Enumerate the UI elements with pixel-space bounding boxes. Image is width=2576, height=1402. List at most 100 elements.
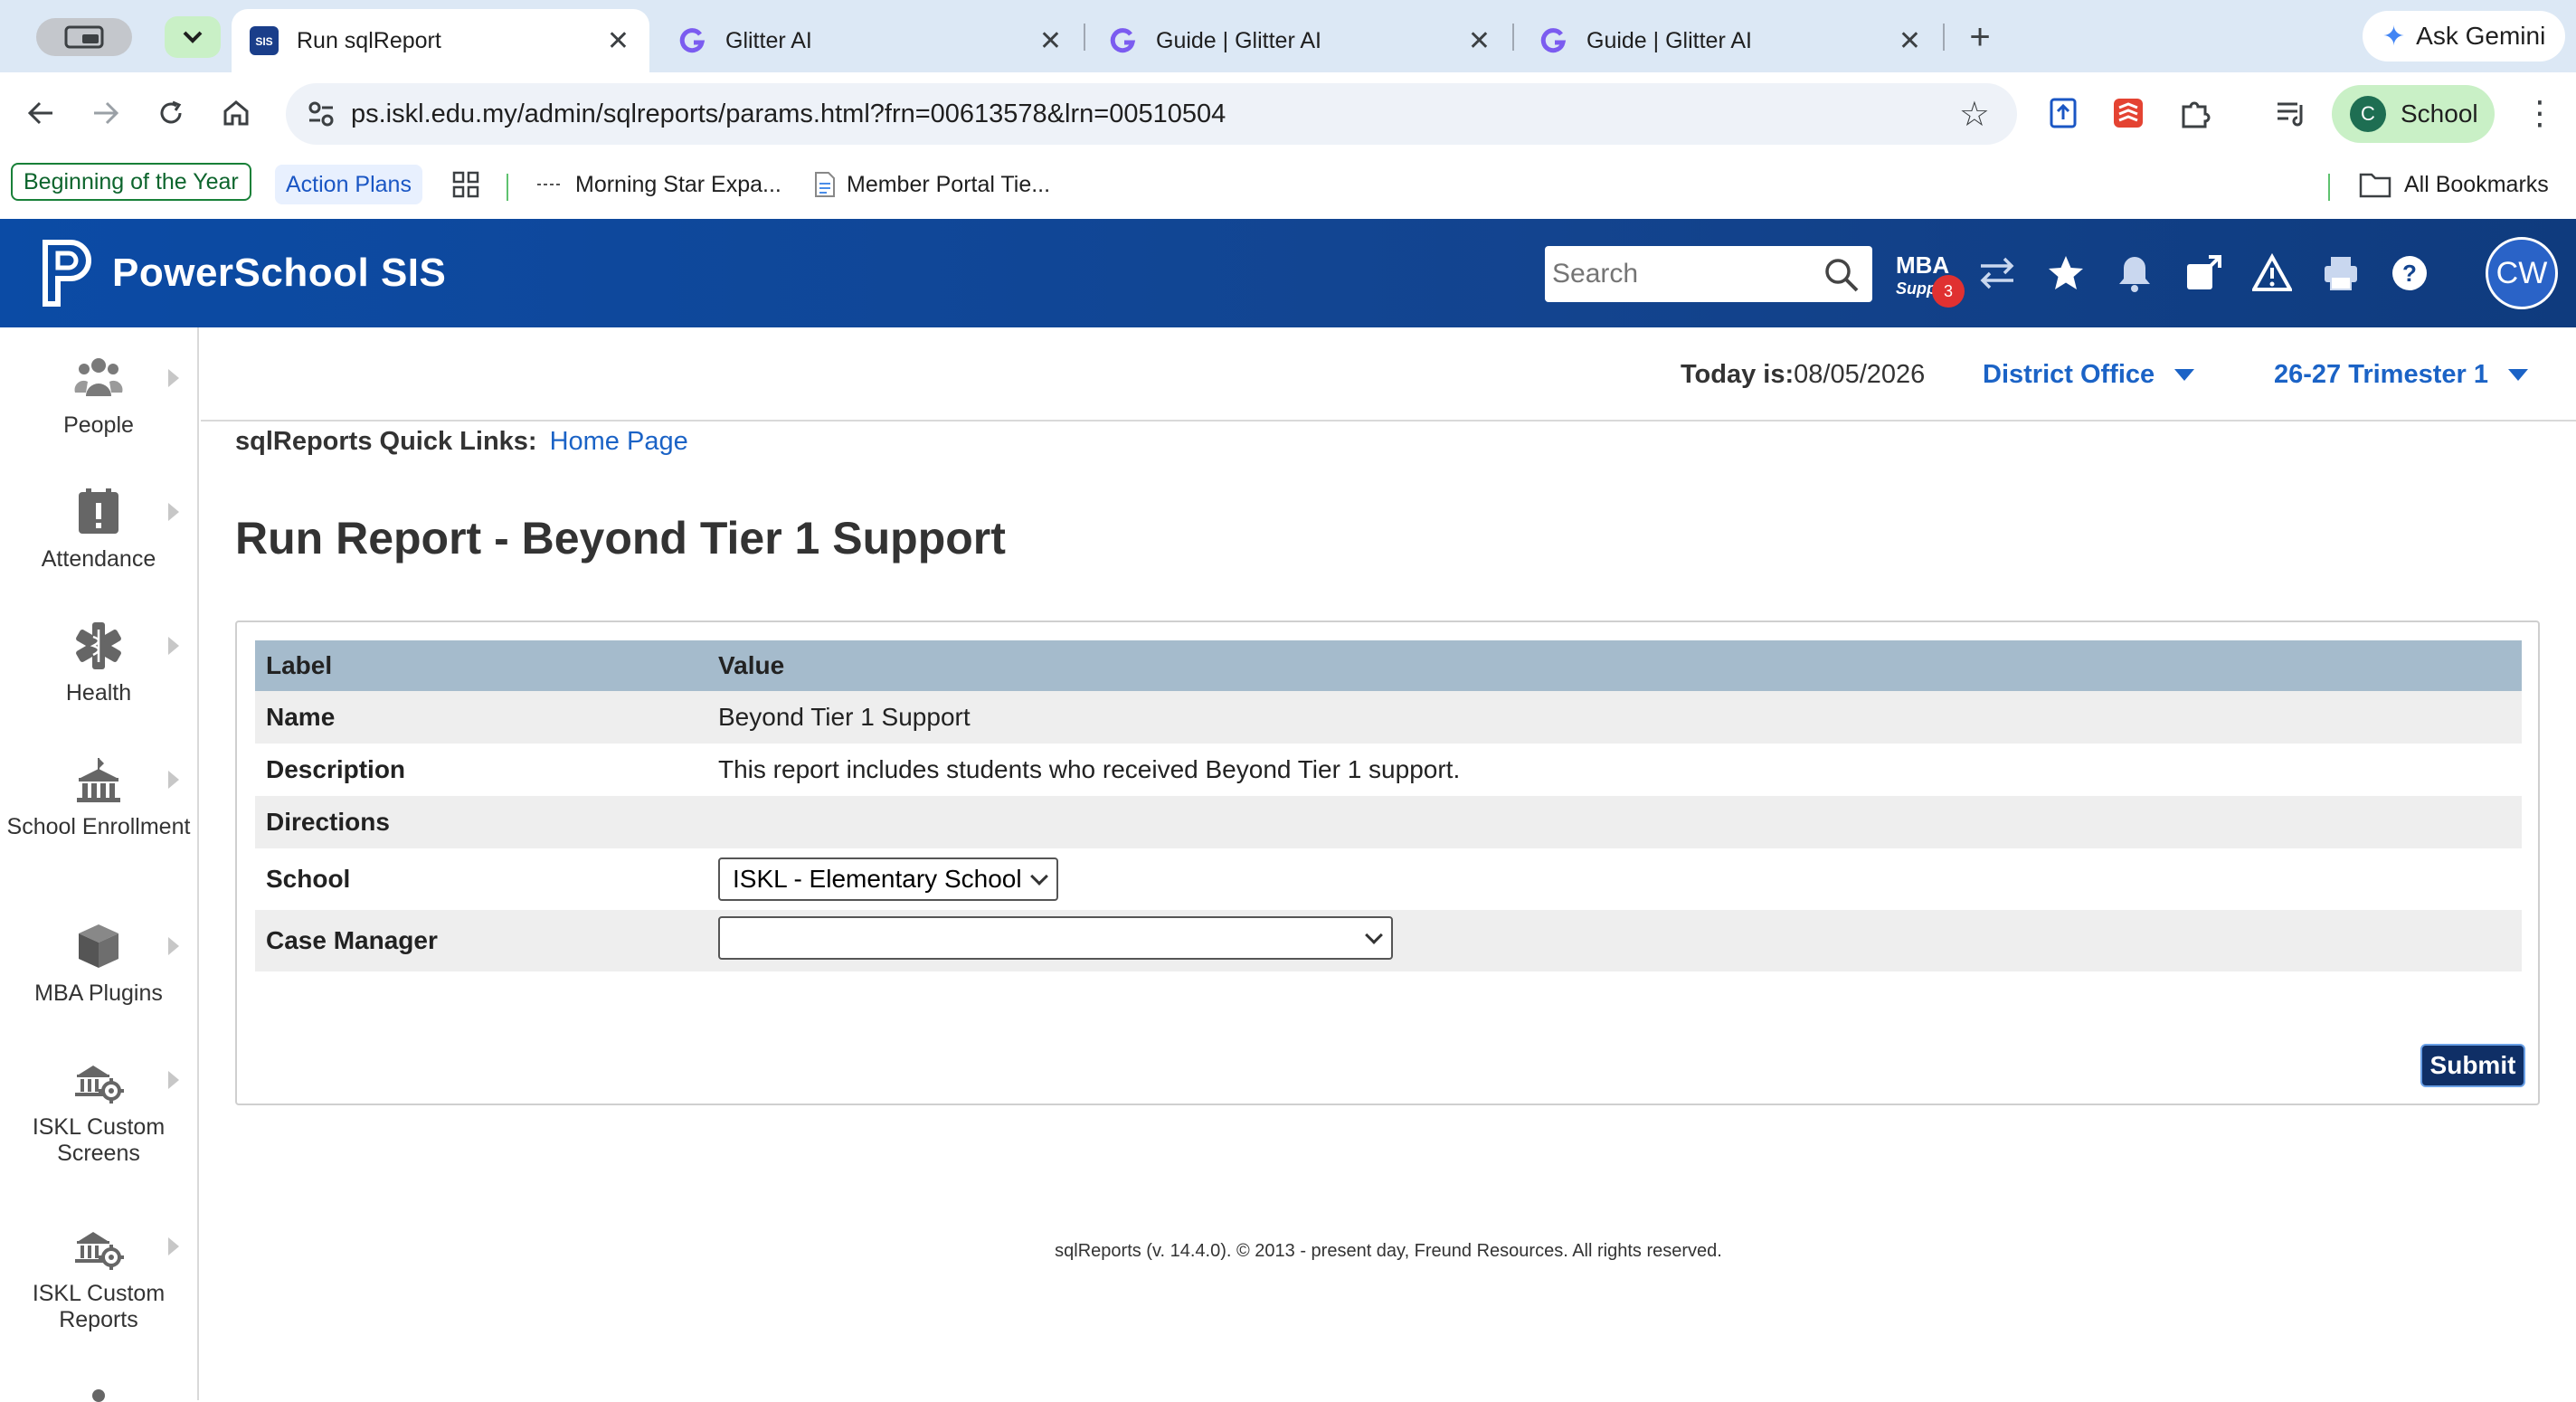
case-manager-select[interactable] xyxy=(718,915,1393,960)
table-row: Description This report includes student… xyxy=(255,744,2522,796)
table-row: Name Beyond Tier 1 Support xyxy=(255,691,2522,744)
submit-button[interactable]: Submit xyxy=(2420,1044,2525,1087)
alert-warning-icon[interactable] xyxy=(2252,253,2292,293)
close-icon[interactable]: ✕ xyxy=(1039,25,1062,57)
school-selector-label: District Office xyxy=(1983,360,2155,389)
browser-tab-strip: SIS Run sqlReport ✕ Glitter AI ✕ Guide |… xyxy=(0,0,2576,72)
header-search xyxy=(1545,246,1872,302)
profile-label: School xyxy=(2401,99,2478,128)
folder-icon xyxy=(2359,173,2391,198)
quick-links-label: sqlReports Quick Links: xyxy=(235,427,537,456)
nav-item-iskl-custom-reports[interactable]: ISKL Custom Reports xyxy=(0,1221,197,1333)
user-avatar[interactable]: CW xyxy=(2486,237,2558,309)
browser-menu-icon[interactable]: ⋮ xyxy=(2524,94,2556,132)
bookmarks-bar: Beginning of the Year Action Plans Morni… xyxy=(0,154,2576,219)
new-tab-button[interactable]: + xyxy=(1959,16,2001,58)
bookmark-morning-star[interactable]: Morning Star Expa... xyxy=(535,165,781,204)
app-title[interactable]: PowerSchool SIS xyxy=(112,219,446,327)
tab-guide-glitter-ai-2[interactable]: Guide | Glitter AI ✕ xyxy=(1521,9,1941,72)
custom-reports-icon xyxy=(75,1232,124,1270)
table-row: School ISKL - Elementary School xyxy=(255,848,2522,910)
print-icon[interactable] xyxy=(2321,253,2361,293)
glitter-icon xyxy=(678,26,707,55)
profile-avatar: C xyxy=(2350,96,2386,132)
expand-arrow-icon xyxy=(168,637,179,655)
extensions-puzzle-icon[interactable] xyxy=(2178,96,2212,130)
tab-guide-glitter-ai[interactable]: Guide | Glitter AI ✕ xyxy=(1091,9,1511,72)
bookmark-separator xyxy=(2328,174,2330,201)
tab-separator xyxy=(1084,24,1085,51)
reading-list-icon[interactable] xyxy=(2274,96,2308,130)
row-label: Description xyxy=(266,755,406,783)
reload-icon xyxy=(160,100,182,124)
expand-arrow-icon xyxy=(168,937,179,955)
nav-item-people[interactable]: People xyxy=(0,353,197,439)
school-selector[interactable]: District Office xyxy=(1983,360,2195,390)
powerschool-logo-icon[interactable] xyxy=(40,239,98,308)
tab-glitter-ai[interactable]: Glitter AI ✕ xyxy=(660,9,1082,72)
row-label: Case Manager xyxy=(255,910,707,971)
row-value xyxy=(707,796,2522,848)
nav-label: ISKL Custom Screens xyxy=(32,1114,166,1166)
bookmark-beginning-of-year[interactable]: Beginning of the Year xyxy=(11,163,251,201)
mba-support-button[interactable]: MBA Supp 3 xyxy=(1896,253,1965,308)
apps-grid-icon[interactable] xyxy=(452,165,479,204)
row-value: This report includes students who receiv… xyxy=(718,755,1461,783)
document-favicon-icon xyxy=(815,172,835,197)
chevron-down-icon xyxy=(1365,925,1383,944)
nav-item-school-enrollment[interactable]: School Enrollment xyxy=(0,754,197,840)
row-value xyxy=(707,910,2522,971)
search-input[interactable] xyxy=(1545,246,1816,302)
home-page-link[interactable]: Home Page xyxy=(550,427,688,456)
nav-label: School Enrollment xyxy=(6,814,191,839)
powerschool-header: PowerSchool SIS MBA Supp 3 ? CW xyxy=(0,219,2576,327)
nav-item-health[interactable]: Health xyxy=(0,620,197,706)
today-value: 08/05/2026 xyxy=(1794,360,1926,389)
close-icon[interactable]: ✕ xyxy=(1468,25,1491,57)
school-select[interactable]: ISKL - Elementary School xyxy=(718,857,1058,901)
reload-button[interactable] xyxy=(147,89,195,137)
site-settings-icon[interactable] xyxy=(306,99,336,129)
nav-item-attendance[interactable]: Attendance xyxy=(0,487,197,573)
bookmark-star-icon[interactable]: ☆ xyxy=(1959,94,1990,135)
bookmark-member-portal[interactable]: Member Portal Tie... xyxy=(814,165,1050,204)
bookmark-action-plans[interactable]: Action Plans xyxy=(275,165,422,204)
profile-button[interactable]: C School xyxy=(2332,85,2495,143)
nav-item-iskl-custom-screens[interactable]: ISKL Custom Screens xyxy=(0,1055,197,1167)
home-button[interactable] xyxy=(212,89,260,137)
svg-text:SIS: SIS xyxy=(255,35,272,48)
all-bookmarks-label: All Bookmarks xyxy=(2404,171,2549,197)
search-icon[interactable] xyxy=(1823,257,1860,293)
address-bar[interactable]: ps.iskl.edu.my/admin/sqlreports/params.h… xyxy=(286,83,2017,145)
bookmark-separator xyxy=(507,174,508,201)
close-icon[interactable]: ✕ xyxy=(607,25,630,57)
ask-gemini-button[interactable]: ✦ Ask Gemini xyxy=(2363,11,2565,62)
extension-upload-icon[interactable] xyxy=(2046,96,2080,130)
notification-bell-icon[interactable] xyxy=(2115,253,2155,293)
chevron-down-icon xyxy=(183,31,203,43)
switch-arrows-icon[interactable] xyxy=(1977,253,2017,293)
column-header-value: Value xyxy=(707,640,2522,691)
back-button[interactable] xyxy=(16,89,65,137)
gemini-sparkle-icon: ✦ xyxy=(2382,21,2406,52)
all-bookmarks-button[interactable]: All Bookmarks xyxy=(2359,165,2549,204)
notification-badge: 3 xyxy=(1932,275,1965,308)
today-date: Today is:08/05/2026 xyxy=(1681,360,1925,390)
context-bar: Today is:08/05/2026 District Office 26-2… xyxy=(201,327,2576,422)
glitter-icon xyxy=(1539,26,1568,55)
tab-run-sqlreport[interactable]: SIS Run sqlReport ✕ xyxy=(232,9,649,72)
term-selector[interactable]: 26-27 Trimester 1 xyxy=(2274,360,2528,390)
external-link-icon[interactable] xyxy=(2183,253,2223,293)
close-icon[interactable]: ✕ xyxy=(1899,25,1921,57)
tab-list-dropdown[interactable] xyxy=(165,16,221,58)
row-value: Beyond Tier 1 Support xyxy=(707,691,2522,744)
tab-search-button[interactable] xyxy=(36,18,132,56)
glitter-icon xyxy=(1109,26,1138,55)
nav-label: ISKL Custom Reports xyxy=(32,1281,166,1332)
help-icon[interactable]: ? xyxy=(2390,253,2429,293)
nav-item-mba-plugins[interactable]: MBA Plugins xyxy=(0,921,197,1007)
extension-todoist-icon[interactable] xyxy=(2111,96,2145,130)
forward-button[interactable] xyxy=(81,89,130,137)
tab-groups-icon xyxy=(64,25,104,49)
favorites-star-icon[interactable] xyxy=(2046,253,2086,293)
